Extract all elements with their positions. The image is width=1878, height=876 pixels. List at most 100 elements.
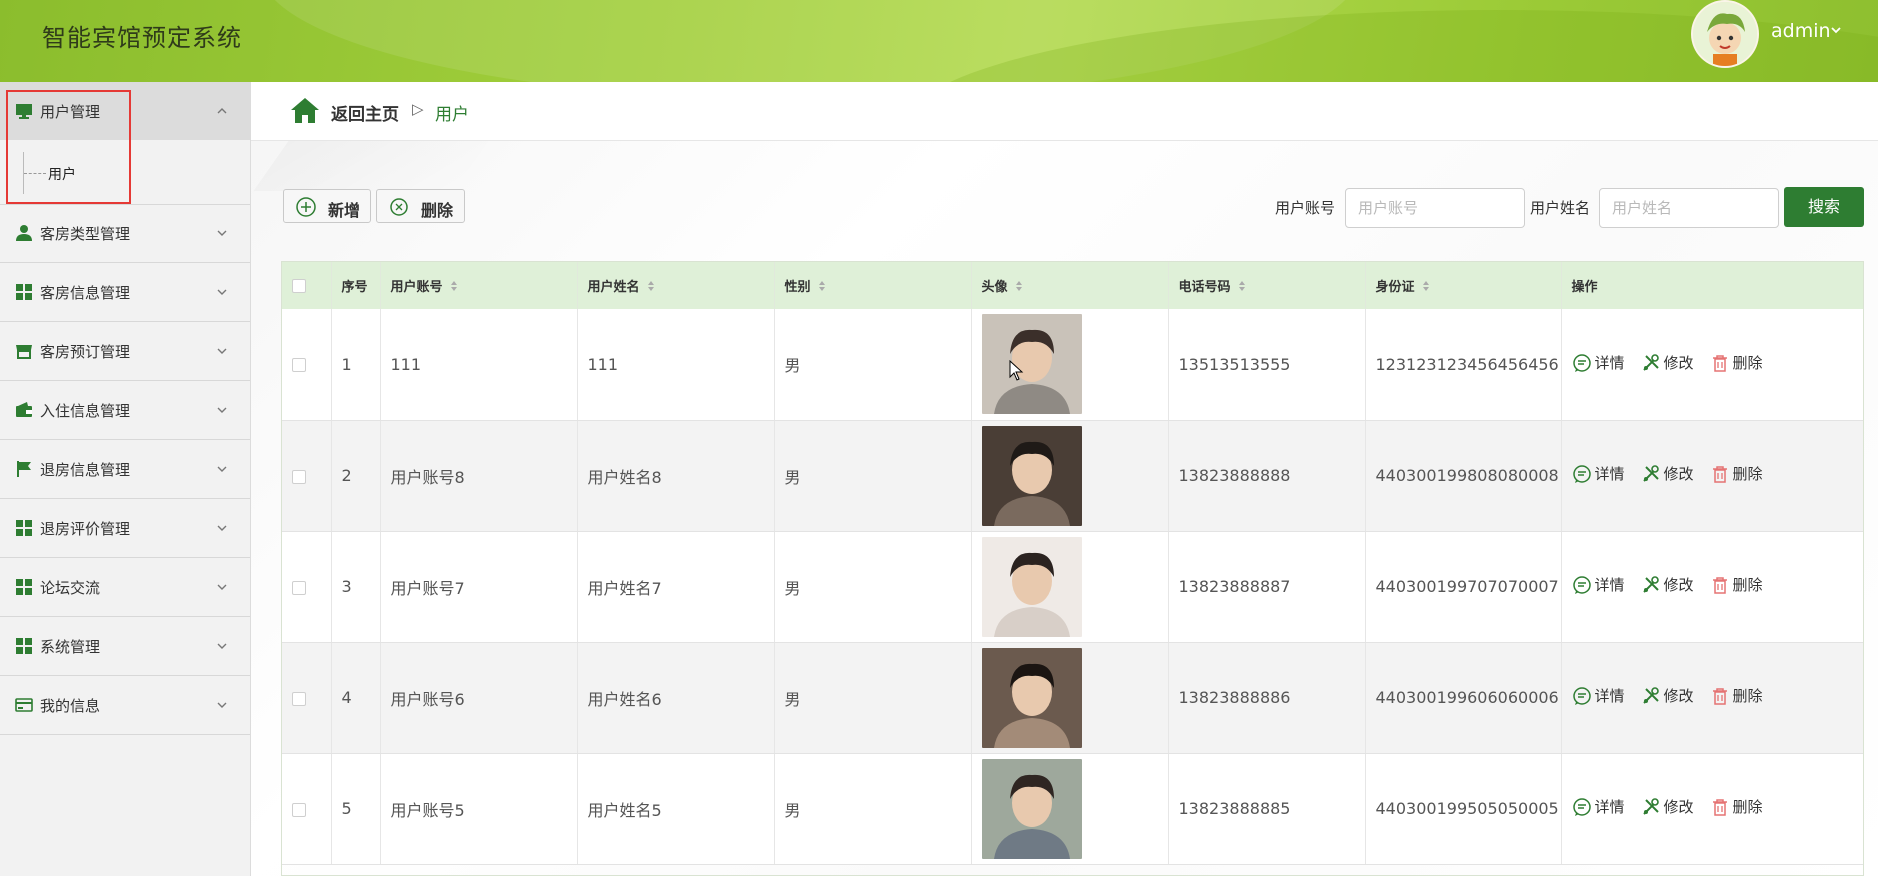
detail-action[interactable]: 详情 [1572,574,1625,595]
sidebar-item-checkin[interactable]: 入住信息管理 [0,381,250,440]
row-id-card: 440300199606060006 [1365,642,1562,754]
detail-label: 详情 [1594,687,1625,706]
edit-action[interactable]: 修改 [1641,574,1694,595]
person-icon [16,225,32,241]
row-name: 用户姓名7 [577,531,775,643]
name-search-input[interactable] [1599,188,1779,228]
column-header-label: 身份证 [1375,280,1415,295]
delete-action[interactable]: 删除 [1710,574,1763,595]
sidebar-item-room-type[interactable]: 客房类型管理 [0,204,250,263]
sidebar-item-checkout-review[interactable]: 退房评价管理 [0,499,250,558]
detail-action[interactable]: 详情 [1572,463,1625,484]
row-actions: 详情 修改 删除 [1561,531,1863,643]
sidebar: 用户管理 用户 客房类型管理 客房信息管理 客房预订管理 入住信息管理 退房信息… [0,82,251,876]
row-checkbox[interactable] [292,580,306,595]
trash-icon [1712,354,1727,372]
edit-action[interactable]: 修改 [1641,796,1694,817]
sidebar-item-forum[interactable]: 论坛交流 [0,558,250,617]
row-index: 3 [331,531,381,643]
user-name[interactable]: admin [1771,20,1831,42]
row-gender: 男 [774,531,972,643]
mouse-cursor-icon [1009,360,1024,381]
delete-action[interactable]: 删除 [1710,685,1763,706]
account-search-input[interactable] [1345,188,1525,228]
detail-action[interactable]: 详情 [1572,796,1625,817]
sidebar-item-checkout[interactable]: 退房信息管理 [0,440,250,499]
sidebar-item-label: 入住信息管理 [40,401,131,420]
row-select-cell [282,531,332,643]
column-header-gender[interactable]: 性别 [774,262,972,309]
grid-icon [16,579,32,595]
search-button[interactable]: 搜索 [1784,187,1864,227]
column-header-name[interactable]: 用户姓名 [577,262,775,309]
table-row: 4 用户账号6 用户姓名6 男 13823888886 44030019960606000… [282,642,1863,754]
sort-icon[interactable] [817,280,827,292]
sort-icon[interactable] [1014,280,1024,292]
edit-label: 修改 [1663,465,1694,484]
edit-action[interactable]: 修改 [1641,685,1694,706]
detail-action[interactable]: 详情 [1572,685,1625,706]
sort-icon[interactable] [646,280,656,292]
column-header-account[interactable]: 用户账号 [380,262,578,309]
close-circle-icon [390,198,408,216]
delete-label: 删除 [1732,687,1763,706]
breadcrumb-home-link[interactable]: 返回主页 [331,100,399,125]
sort-icon[interactable] [1421,280,1431,292]
user-photo[interactable] [981,425,1082,526]
row-checkbox[interactable] [292,358,306,373]
row-checkbox[interactable] [292,469,306,484]
grid-icon [16,638,32,654]
row-avatar-cell [971,753,1169,865]
detail-label: 详情 [1594,354,1625,372]
grid-icon [16,520,32,536]
delete-label: 删除 [1732,576,1763,595]
user-photo[interactable] [981,647,1082,748]
sidebar-item-label: 系统管理 [40,637,101,656]
delete-action[interactable]: 删除 [1710,352,1763,373]
select-all-checkbox[interactable] [292,278,306,293]
edit-action[interactable]: 修改 [1641,463,1694,484]
row-name: 用户姓名5 [577,753,775,865]
background-decoration [253,141,489,191]
column-header-phone[interactable]: 电话号码 [1168,262,1366,309]
sidebar-item-system[interactable]: 系统管理 [0,617,250,676]
chevron-down-icon [217,643,227,649]
sidebar-item-room-info[interactable]: 客房信息管理 [0,263,250,322]
row-checkbox[interactable] [292,802,306,817]
chevron-down-icon [217,407,227,413]
sort-icon[interactable] [449,280,459,292]
user-table: 序号 用户账号 用户姓名 性别 头像 电话号码 身份证 操作 1 111 111 男 1… [281,261,1864,876]
user-photo[interactable] [981,536,1082,637]
store-icon [16,345,32,359]
column-header-id-card[interactable]: 身份证 [1365,262,1562,309]
user-avatar[interactable] [1691,0,1759,68]
row-actions: 详情 修改 删除 [1561,753,1863,865]
main-content: 新增 删除 用户账号 用户姓名 搜索 序号 用户账号 用户姓名 性别 头像 电话… [251,141,1878,876]
user-photo[interactable] [981,314,1082,415]
detail-icon [1572,687,1591,705]
delete-action[interactable]: 删除 [1710,463,1763,484]
detail-action[interactable]: 详情 [1572,352,1625,373]
row-select-cell [282,753,332,865]
sidebar-item-room-booking[interactable]: 客房预订管理 [0,322,250,381]
detail-label: 详情 [1594,576,1625,595]
sort-icon[interactable] [1237,280,1247,292]
chevron-down-icon[interactable] [1829,23,1843,37]
row-select-cell [282,309,332,421]
user-photo[interactable] [981,758,1082,859]
column-header-avatar[interactable]: 头像 [971,262,1169,309]
sidebar-item-my-info[interactable]: 我的信息 [0,676,250,735]
column-header-label: 用户姓名 [587,280,640,295]
avatar-cartoon-icon [1693,2,1757,66]
edit-action[interactable]: 修改 [1641,352,1694,373]
delete-action[interactable]: 删除 [1710,796,1763,817]
plus-circle-icon [296,197,316,217]
sidebar-item-label: 客房信息管理 [40,283,131,302]
row-phone: 13823888887 [1168,531,1366,643]
add-button[interactable]: 新增 [283,189,371,223]
home-icon[interactable] [290,96,320,124]
row-avatar-cell [971,420,1169,532]
row-index: 2 [331,420,381,532]
delete-button[interactable]: 删除 [376,189,465,223]
row-checkbox[interactable] [292,691,306,706]
